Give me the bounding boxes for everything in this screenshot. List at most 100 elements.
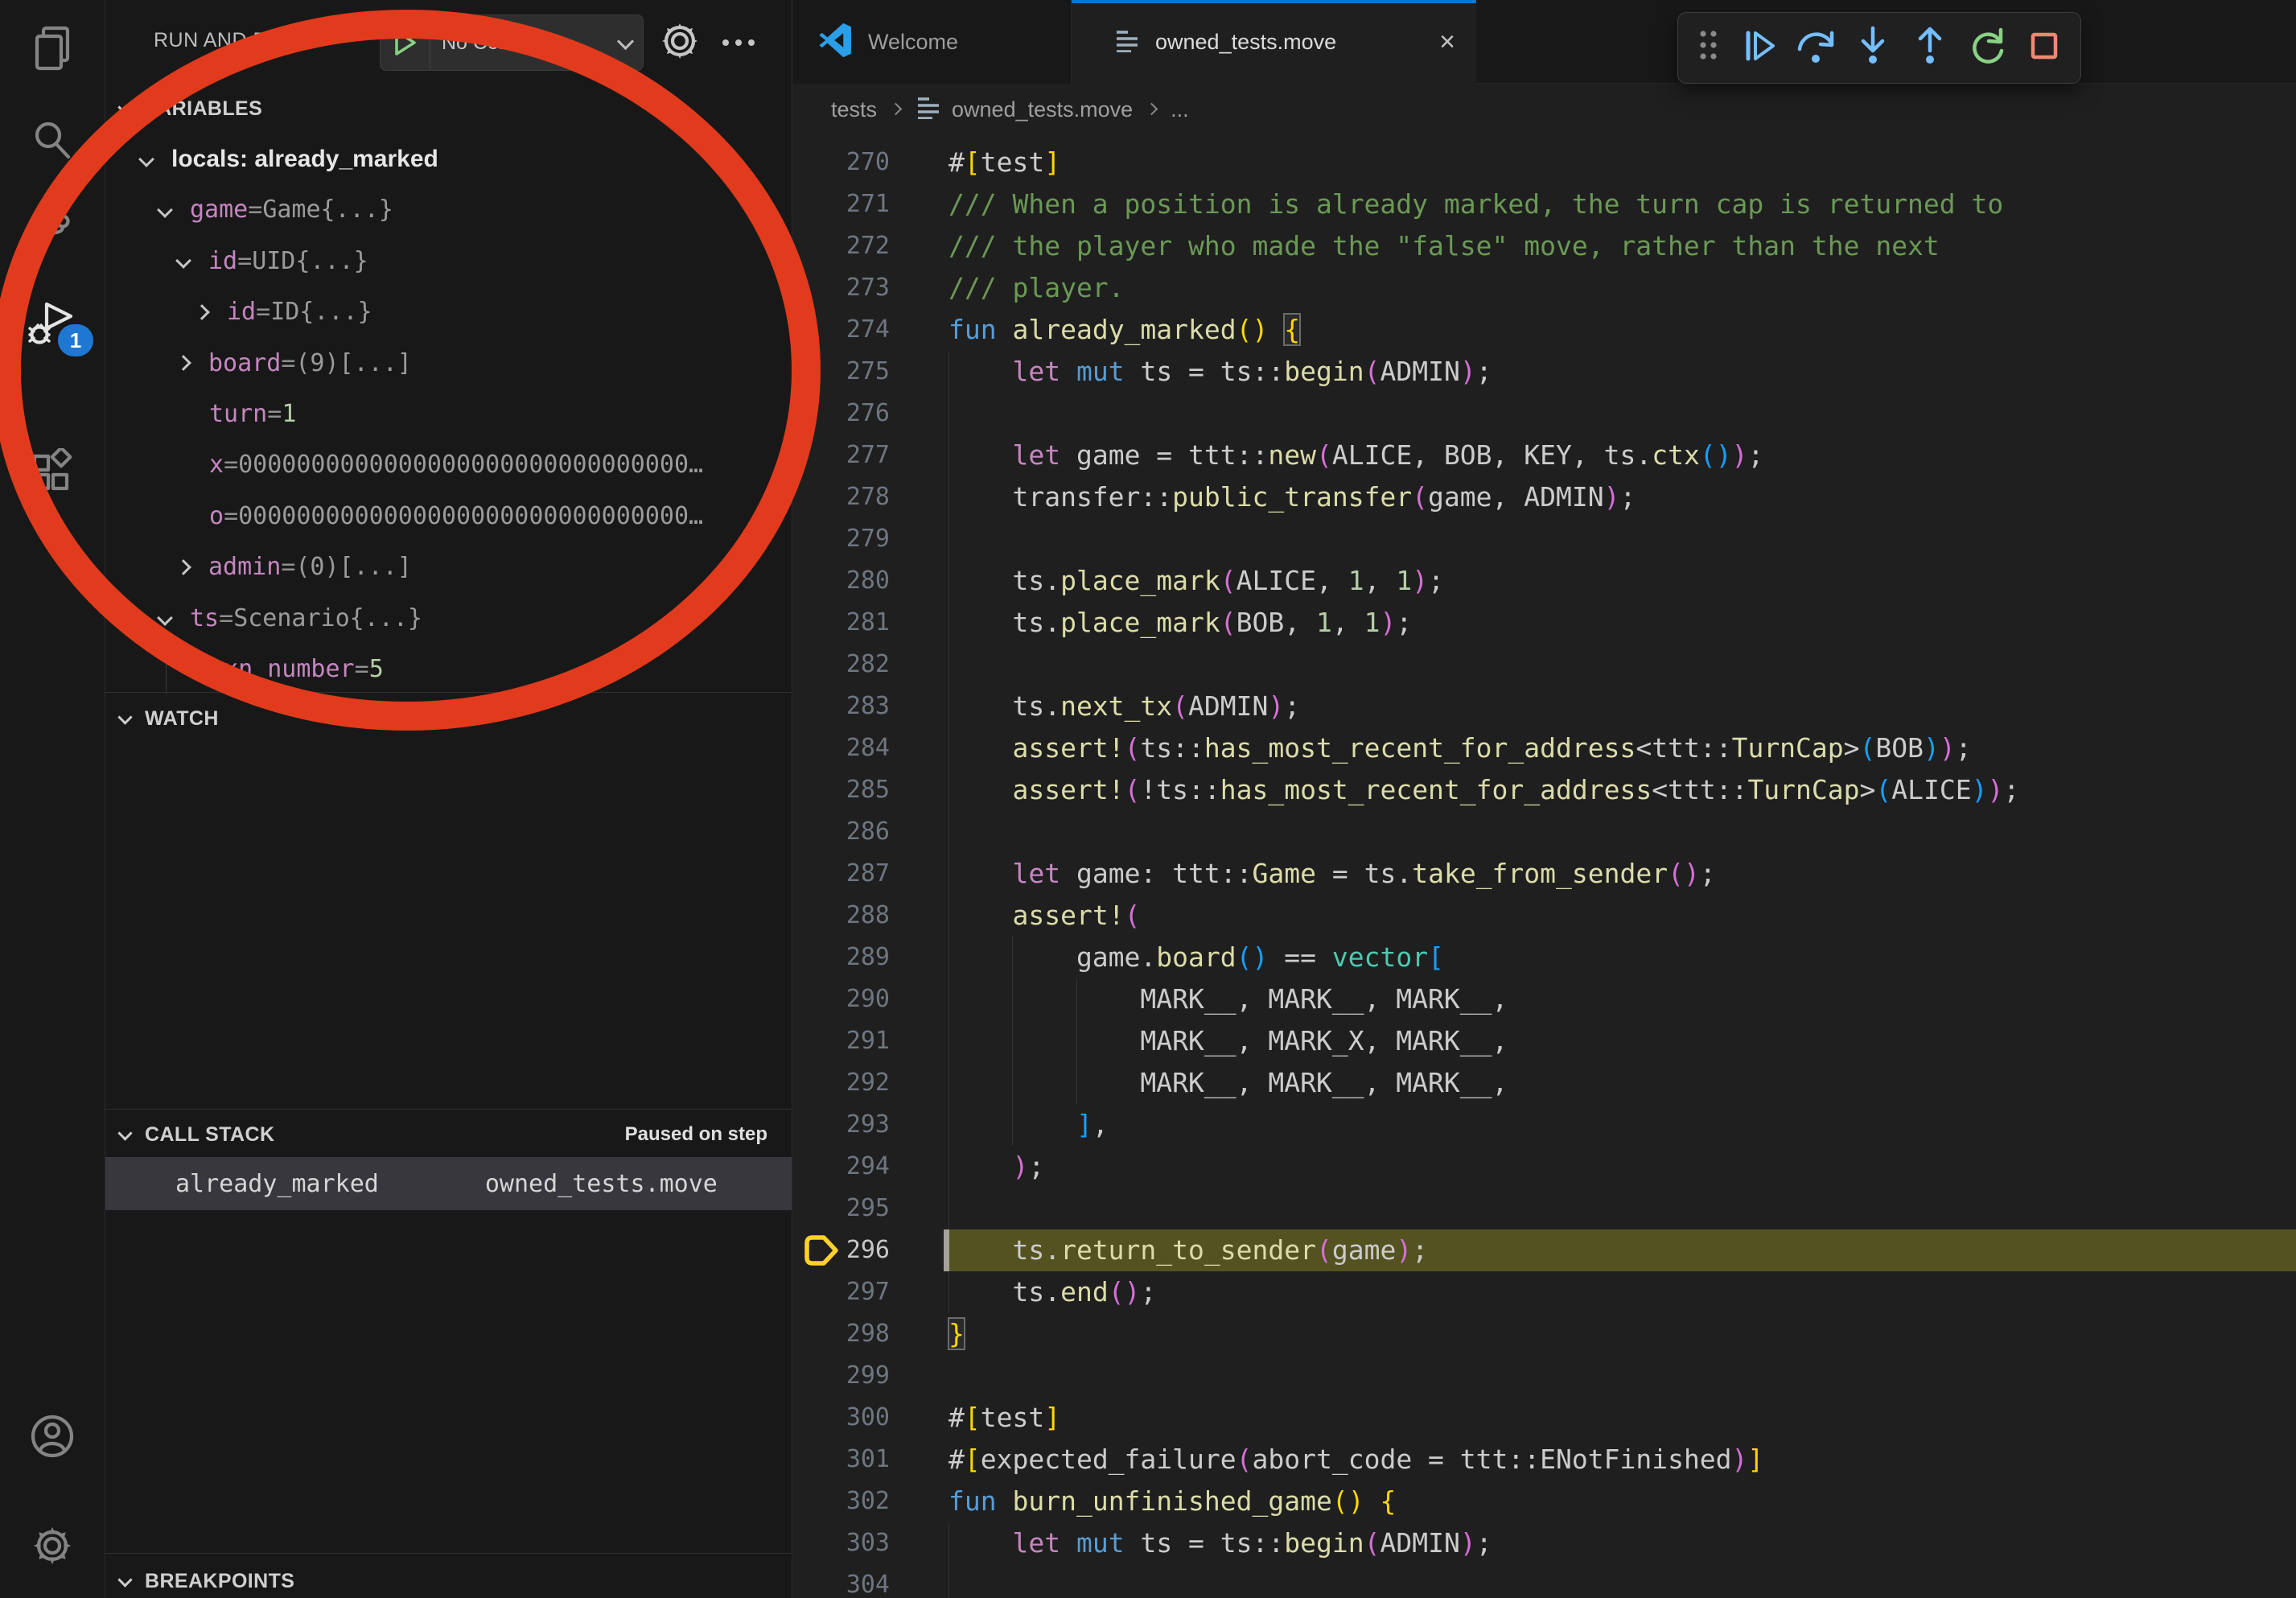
debug-step-into-button[interactable] xyxy=(1847,22,1899,75)
code-line-272[interactable]: 272/// the player who made the "false" m… xyxy=(792,225,2296,267)
line-number[interactable]: 301 xyxy=(792,1439,890,1481)
line-number[interactable]: 286 xyxy=(792,811,890,853)
code-line-304[interactable]: 304 xyxy=(792,1564,2296,1598)
code-line-273[interactable]: 273/// player. xyxy=(792,267,2296,309)
start-debug-button[interactable] xyxy=(381,15,430,70)
breadcrumb-symbol[interactable]: ... xyxy=(1171,97,1189,122)
line-number[interactable]: 291 xyxy=(792,1020,890,1062)
code-line-292[interactable]: 292 MARK__, MARK__, MARK__, xyxy=(792,1062,2296,1104)
code-line-294[interactable]: 294 ); xyxy=(792,1146,2296,1188)
code-line-285[interactable]: 285 assert!(!ts::has_most_recent_for_add… xyxy=(792,769,2296,811)
toolbar-drag-grip[interactable] xyxy=(1688,22,1727,75)
code-line-299[interactable]: 299 xyxy=(792,1355,2296,1397)
variable-row-x[interactable]: x = 0000000000000000000000000000000… xyxy=(105,439,792,490)
line-number[interactable]: 277 xyxy=(792,435,890,476)
code-line-301[interactable]: 301#[expected_failure(abort_code = ttt::… xyxy=(792,1439,2296,1481)
line-number[interactable]: 275 xyxy=(792,351,890,393)
debug-step-out-button[interactable] xyxy=(1904,22,1957,75)
line-number[interactable]: 290 xyxy=(792,978,890,1020)
breadcrumb-file[interactable]: owned_tests.move xyxy=(952,97,1133,122)
breadcrumb-tests[interactable]: tests xyxy=(831,97,877,122)
line-number[interactable]: 287 xyxy=(792,853,890,895)
code-line-289[interactable]: 289 game.board() == vector[ xyxy=(792,937,2296,978)
debug-settings-gear-button[interactable] xyxy=(655,18,705,68)
debug-stop-button[interactable] xyxy=(2018,22,2071,75)
code-line-298[interactable]: 298} xyxy=(792,1313,2296,1355)
debug-config-dropdown[interactable]: No Configur xyxy=(380,14,644,71)
variables-section-header[interactable]: VARIABLES xyxy=(105,89,792,129)
code-line-274[interactable]: 274fun already_marked() { xyxy=(792,309,2296,351)
line-number[interactable]: 283 xyxy=(792,686,890,727)
code-line-288[interactable]: 288 assert!( xyxy=(792,895,2296,937)
activity-bar-item-explorer[interactable] xyxy=(0,11,105,89)
code-line-300[interactable]: 300#[test] xyxy=(792,1397,2296,1439)
code-line-279[interactable]: 279 xyxy=(792,518,2296,560)
line-number[interactable]: 289 xyxy=(792,937,890,978)
variable-row-scope[interactable]: locals: already_marked xyxy=(105,134,792,184)
line-number[interactable]: 292 xyxy=(792,1062,890,1104)
watch-section-header[interactable]: WATCH xyxy=(105,698,792,739)
line-number[interactable]: 276 xyxy=(792,393,890,435)
debug-step-over-button[interactable] xyxy=(1789,22,1841,75)
debug-restart-button[interactable] xyxy=(1961,22,2014,75)
call-stack-frame[interactable]: already_marked owned_tests.move xyxy=(105,1157,792,1210)
tab-owned-tests-move[interactable]: owned_tests.move × xyxy=(1072,0,1476,84)
line-number[interactable]: 303 xyxy=(792,1522,890,1564)
line-number[interactable]: 299 xyxy=(792,1355,890,1397)
line-number[interactable]: 281 xyxy=(792,602,890,644)
code-line-284[interactable]: 284 assert!(ts::has_most_recent_for_addr… xyxy=(792,727,2296,769)
activity-bar-item-settings[interactable] xyxy=(0,1509,105,1586)
code-line-303[interactable]: 303 let mut ts = ts::begin(ADMIN); xyxy=(792,1522,2296,1564)
code-line-296[interactable]: 296 ts.return_to_sender(game); xyxy=(792,1229,2296,1271)
activity-bar-item-extensions[interactable] xyxy=(0,434,105,511)
line-number[interactable]: 293 xyxy=(792,1104,890,1146)
variable-row-o[interactable]: o = 0000000000000000000000000000000… xyxy=(105,491,792,542)
line-number[interactable]: 274 xyxy=(792,309,890,351)
line-number[interactable]: 298 xyxy=(792,1313,890,1355)
line-number[interactable]: 297 xyxy=(792,1271,890,1313)
line-number[interactable]: 304 xyxy=(792,1564,890,1598)
code-line-276[interactable]: 276 xyxy=(792,393,2296,435)
line-number[interactable]: 294 xyxy=(792,1146,890,1188)
line-number[interactable]: 285 xyxy=(792,769,890,811)
variable-row-turn[interactable]: turn = 1 xyxy=(105,389,792,439)
line-number[interactable]: 288 xyxy=(792,895,890,937)
code-line-302[interactable]: 302fun burn_unfinished_game() { xyxy=(792,1481,2296,1522)
debug-continue-button[interactable] xyxy=(1732,22,1784,75)
tab-welcome[interactable]: Welcome xyxy=(792,0,1072,84)
line-number[interactable]: 295 xyxy=(792,1188,890,1229)
variable-row-id[interactable]: id = UID{...} xyxy=(105,236,792,286)
close-icon[interactable]: × xyxy=(1439,28,1455,56)
variable-row-id[interactable]: id = ID{...} xyxy=(105,286,792,337)
code-line-287[interactable]: 287 let game: ttt::Game = ts.take_from_s… xyxy=(792,853,2296,895)
variable-row-ts[interactable]: ts = Scenario{...} xyxy=(105,593,792,644)
line-number[interactable]: 278 xyxy=(792,476,890,518)
code-line-278[interactable]: 278 transfer::public_transfer(game, ADMI… xyxy=(792,476,2296,518)
code-line-297[interactable]: 297 ts.end(); xyxy=(792,1271,2296,1313)
variable-row-game[interactable]: game = Game{...} xyxy=(105,184,792,235)
line-number[interactable]: 284 xyxy=(792,727,890,769)
code-line-291[interactable]: 291 MARK__, MARK_X, MARK__, xyxy=(792,1020,2296,1062)
line-number[interactable]: 270 xyxy=(792,142,890,183)
line-number[interactable]: 300 xyxy=(792,1397,890,1439)
code-line-270[interactable]: 270#[test] xyxy=(792,142,2296,183)
activity-bar-item-source-control[interactable] xyxy=(0,192,105,270)
line-number[interactable]: 280 xyxy=(792,560,890,602)
line-number[interactable]: 282 xyxy=(792,644,890,686)
code-line-277[interactable]: 277 let game = ttt::new(ALICE, BOB, KEY,… xyxy=(792,435,2296,476)
line-number[interactable]: 302 xyxy=(792,1481,890,1522)
code-line-290[interactable]: 290 MARK__, MARK__, MARK__, xyxy=(792,978,2296,1020)
variable-row-txn_number[interactable]: txn_number = 5 xyxy=(105,644,792,694)
views-more-actions-button[interactable] xyxy=(714,18,763,68)
code-line-280[interactable]: 280 ts.place_mark(ALICE, 1, 1); xyxy=(792,560,2296,602)
code-line-286[interactable]: 286 xyxy=(792,811,2296,853)
line-number[interactable]: 279 xyxy=(792,518,890,560)
line-number[interactable]: 271 xyxy=(792,183,890,225)
variable-row-admin[interactable]: admin = (0)[...] xyxy=(105,542,792,592)
line-number[interactable]: 272 xyxy=(792,225,890,267)
code-line-275[interactable]: 275 let mut ts = ts::begin(ADMIN); xyxy=(792,351,2296,393)
code-line-271[interactable]: 271/// When a position is already marked… xyxy=(792,183,2296,225)
activity-bar-item-run-and-debug[interactable]: 1 xyxy=(0,287,105,364)
activity-bar-item-search[interactable] xyxy=(0,102,105,179)
line-number[interactable]: 273 xyxy=(792,267,890,309)
